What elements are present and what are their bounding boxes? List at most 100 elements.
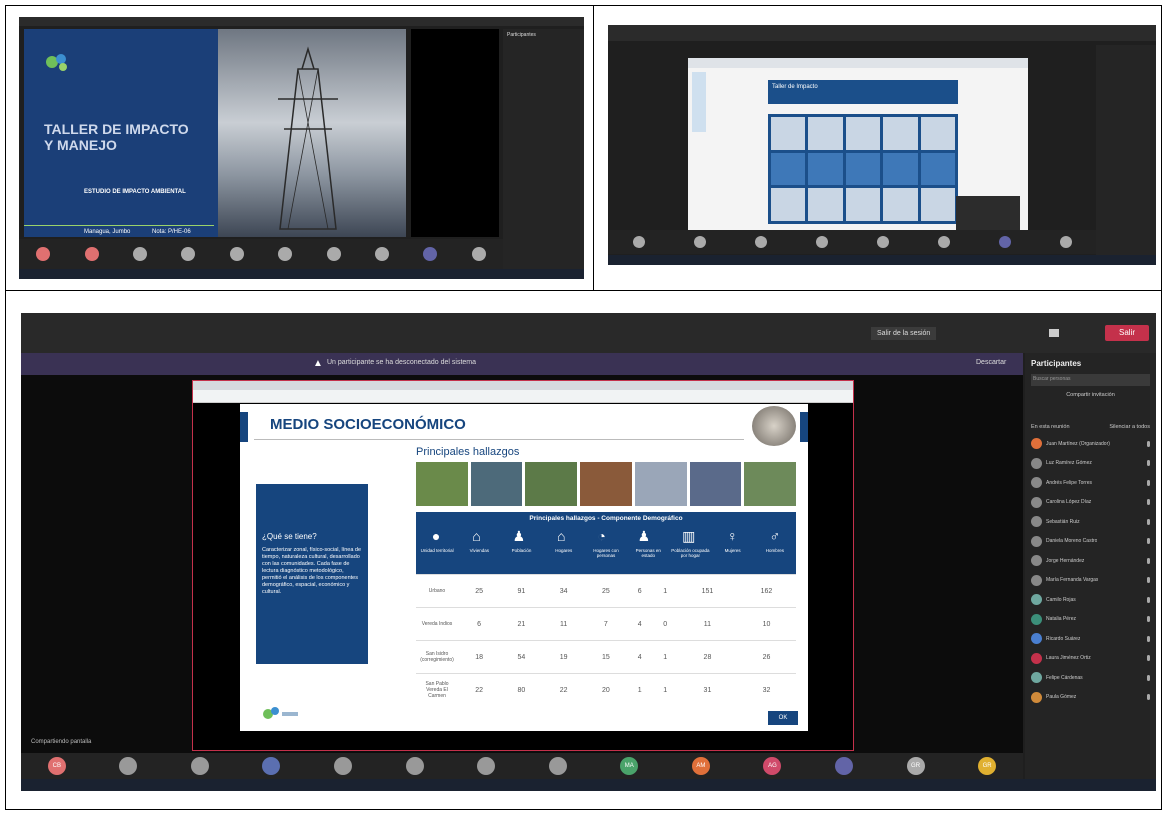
- panel-search-input[interactable]: Buscar personas: [1031, 374, 1150, 386]
- participant-item[interactable]: Laura Jiménez Ortiz: [1025, 649, 1156, 669]
- browser-toolbar: [688, 58, 1028, 68]
- participant-video[interactable]: [374, 247, 389, 261]
- participant-item[interactable]: Jorge Hernández: [1025, 551, 1156, 571]
- participant-video[interactable]: MA: [620, 757, 639, 775]
- participant-item[interactable]: Andrés Felipe Torres: [1025, 473, 1156, 493]
- table-cell: 26: [736, 640, 796, 674]
- video-strip: [19, 239, 503, 269]
- participant-video[interactable]: [548, 757, 567, 775]
- participant-name: Laura Jiménez Ortiz: [1046, 655, 1091, 662]
- avatar: [1031, 438, 1042, 450]
- next-button[interactable]: OK: [768, 711, 798, 725]
- column-label: Población: [511, 548, 532, 553]
- slide-footer-left: Managua, Jumbo: [84, 229, 131, 235]
- participant-item[interactable]: Camilo Rojas: [1025, 590, 1156, 610]
- location-pin-icon: ●: [431, 528, 441, 544]
- table-cell: 18: [458, 640, 501, 674]
- microphone-icon[interactable]: [1147, 674, 1150, 681]
- camera-icon[interactable]: [1049, 329, 1059, 337]
- microphone-icon[interactable]: [1147, 479, 1150, 486]
- participant-video[interactable]: [998, 236, 1011, 248]
- participant-video[interactable]: [815, 236, 828, 248]
- participant-video[interactable]: [937, 236, 950, 248]
- participant-item[interactable]: Natalia Pérez: [1025, 610, 1156, 630]
- microphone-icon[interactable]: [1147, 557, 1150, 564]
- microphone-icon[interactable]: [1147, 655, 1150, 662]
- column-label: Hogares: [555, 548, 573, 553]
- slide-title: MEDIO SOCIOECONÓMICO: [270, 416, 466, 433]
- participant-video[interactable]: [754, 236, 767, 248]
- table-cell: 151: [677, 574, 737, 608]
- participant-video[interactable]: GR: [978, 757, 997, 775]
- table-row: Vereda Indios 6 21 11 7 4 0 11 10: [416, 607, 796, 641]
- participant-video[interactable]: [334, 757, 353, 775]
- participant-video[interactable]: [119, 757, 138, 775]
- participant-video[interactable]: [632, 236, 645, 248]
- dismiss-button[interactable]: Descartar: [976, 359, 1006, 366]
- participant-video[interactable]: [876, 236, 889, 248]
- avatar: [1031, 477, 1042, 489]
- table-cell: 34: [542, 574, 585, 608]
- slide-title-line-2: Y MANEJO: [44, 137, 117, 153]
- participant-video[interactable]: AG: [763, 757, 782, 775]
- teams-window-3: Salir de la sesión Salir ▲ Un participan…: [21, 313, 1156, 791]
- participant-item[interactable]: Carolina López Díaz: [1025, 493, 1156, 513]
- participant-video[interactable]: [181, 247, 196, 261]
- table-cell: 11: [677, 607, 737, 641]
- household-icon: ⌂: [557, 528, 566, 544]
- participant-video[interactable]: CB: [47, 757, 66, 775]
- microphone-icon[interactable]: [1147, 440, 1150, 447]
- participant-video[interactable]: [190, 757, 209, 775]
- microphone-icon[interactable]: [1147, 499, 1150, 506]
- participant-item[interactable]: Juan Martínez (Organizador): [1025, 434, 1156, 454]
- participant-video[interactable]: [132, 247, 147, 261]
- table-cell: 25: [584, 574, 627, 608]
- participant-item[interactable]: Paula Gómez: [1025, 688, 1156, 708]
- participant-video[interactable]: [693, 236, 706, 248]
- participant-video[interactable]: [405, 757, 424, 775]
- participant-item[interactable]: Daniela Moreno Castro: [1025, 532, 1156, 552]
- table-row: Urbano 25 91 34 25 6 1 151 162: [416, 574, 796, 608]
- meeting-toolbar: Salir de la sesión Salir: [21, 313, 1156, 353]
- microphone-icon[interactable]: [1147, 460, 1150, 467]
- microphone-icon[interactable]: [1147, 577, 1150, 584]
- share-button[interactable]: Salir de la sesión: [871, 327, 937, 340]
- microphone-icon[interactable]: [1147, 518, 1150, 525]
- self-view: [956, 196, 1020, 234]
- participant-item[interactable]: Sebastián Ruiz: [1025, 512, 1156, 532]
- participant-video[interactable]: [84, 247, 99, 261]
- share-invite-button[interactable]: Compartir invitación: [1031, 392, 1150, 398]
- microphone-icon[interactable]: [1147, 596, 1150, 603]
- leave-button[interactable]: Salir: [1105, 325, 1149, 341]
- avatar: [1031, 672, 1042, 684]
- participant-video[interactable]: AM: [691, 757, 710, 775]
- screenshot-frame-3: Salir de la sesión Salir ▲ Un participan…: [5, 290, 1162, 810]
- microphone-icon[interactable]: [1147, 616, 1150, 623]
- participant-video[interactable]: [229, 247, 244, 261]
- participant-video[interactable]: [326, 247, 341, 261]
- participant-video[interactable]: [471, 247, 486, 261]
- participant-video[interactable]: [262, 757, 281, 775]
- participant-video[interactable]: [423, 247, 438, 261]
- avatar: [1031, 652, 1042, 664]
- participant-video[interactable]: [278, 247, 293, 261]
- microphone-icon[interactable]: [1147, 635, 1150, 642]
- browser-tabbar: [193, 381, 853, 390]
- participant-video[interactable]: [1059, 236, 1072, 248]
- participant-name: Camilo Rojas: [1046, 596, 1076, 603]
- mute-all-button[interactable]: Silenciar a todos: [1109, 424, 1150, 430]
- screenshot-frame-2: Taller de Impacto: [593, 5, 1162, 291]
- participant-item[interactable]: Ricardo Suárez: [1025, 629, 1156, 649]
- microphone-icon[interactable]: [1147, 538, 1150, 545]
- participant-item[interactable]: Felipe Cárdenas: [1025, 668, 1156, 688]
- participant-item[interactable]: Luz Ramírez Gómez: [1025, 454, 1156, 474]
- microphone-icon[interactable]: [1147, 694, 1150, 701]
- row-label: San Isidro (corregimiento): [416, 640, 458, 674]
- participant-video[interactable]: [477, 757, 496, 775]
- demographic-table: Principales hallazgos - Componente Demog…: [416, 512, 796, 722]
- participant-item[interactable]: María Fernanda Vargas: [1025, 571, 1156, 591]
- participant-video[interactable]: [834, 757, 853, 775]
- column-label: Unidad territorial: [420, 548, 454, 553]
- participant-video[interactable]: GR: [906, 757, 925, 775]
- participant-video[interactable]: [36, 247, 51, 261]
